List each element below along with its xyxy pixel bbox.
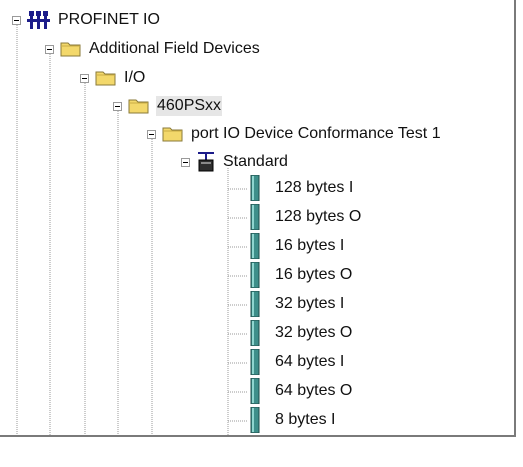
tree-node-module[interactable]: 8 bytes I	[250, 407, 336, 433]
tree-node-module[interactable]: 32 bytes I	[250, 291, 345, 317]
tree-node-label: I/O	[124, 69, 146, 86]
collapse-toggle-icon[interactable]	[147, 129, 156, 139]
tree-node-io[interactable]: I/O	[80, 66, 146, 90]
tree-node-label: 32 bytes I	[275, 295, 345, 312]
tree-node-additional-field-devices[interactable]: Additional Field Devices	[45, 37, 261, 61]
module-icon	[250, 407, 260, 433]
module-icon	[250, 378, 260, 404]
tree-node-label: 128 bytes I	[275, 179, 354, 196]
tree-node-label: 16 bytes I	[275, 237, 345, 254]
tree-node-module[interactable]: 32 bytes O	[250, 320, 353, 346]
tree-node-label: Additional Field Devices	[89, 40, 260, 57]
tree-node-module[interactable]: 128 bytes I	[250, 175, 354, 201]
module-icon	[250, 349, 260, 375]
tree-node-label: 16 bytes O	[275, 266, 353, 283]
tree-node-label: 64 bytes I	[275, 353, 345, 370]
tree-node-module[interactable]: 16 bytes O	[250, 262, 353, 288]
folder-icon	[128, 99, 149, 114]
folder-icon	[95, 71, 116, 86]
collapse-toggle-icon[interactable]	[113, 101, 122, 111]
tree-node-460psxx[interactable]: 460PSxx	[113, 94, 223, 118]
module-icon	[250, 175, 260, 201]
module-icon	[250, 262, 260, 288]
module-icon	[250, 320, 260, 346]
tree-node-label: Standard	[223, 153, 288, 170]
collapse-toggle-icon[interactable]	[12, 15, 21, 25]
collapse-toggle-icon[interactable]	[80, 73, 89, 83]
module-icon	[250, 204, 260, 230]
module-icon	[250, 436, 260, 437]
folder-icon	[162, 127, 183, 142]
tree-node-standard[interactable]: Standard	[181, 150, 289, 174]
network-bus-icon	[27, 11, 50, 29]
tree-node-module[interactable]: 64 bytes O	[250, 378, 353, 404]
tree-node-label: port IO Device Conformance Test 1	[191, 125, 441, 142]
tree-node-module[interactable]: 16 bytes I	[250, 233, 345, 259]
tree-node-profinet-io[interactable]: PROFINET IO	[12, 8, 161, 32]
module-icon	[250, 291, 260, 317]
tree-node-label: 32 bytes O	[275, 324, 353, 341]
station-icon	[198, 152, 214, 172]
tree-node-module[interactable]: 64 bytes I	[250, 349, 345, 375]
tree-node-label: PROFINET IO	[58, 11, 160, 28]
collapse-toggle-icon[interactable]	[45, 44, 54, 54]
folder-icon	[60, 42, 81, 57]
tree-node-module[interactable]: 128 bytes O	[250, 204, 362, 230]
tree-node-port-io-device[interactable]: port IO Device Conformance Test 1	[147, 122, 442, 146]
module-icon	[250, 233, 260, 259]
tree-node-label: 64 bytes O	[275, 382, 353, 399]
device-catalog-tree[interactable]: PROFINET IO Additional Field Devices I/O…	[0, 0, 516, 437]
collapse-toggle-icon[interactable]	[181, 157, 190, 167]
tree-node-label: 460PSxx	[156, 96, 223, 116]
tree-node-label: 128 bytes O	[275, 208, 362, 225]
tree-node-label: 8 bytes I	[275, 411, 336, 428]
